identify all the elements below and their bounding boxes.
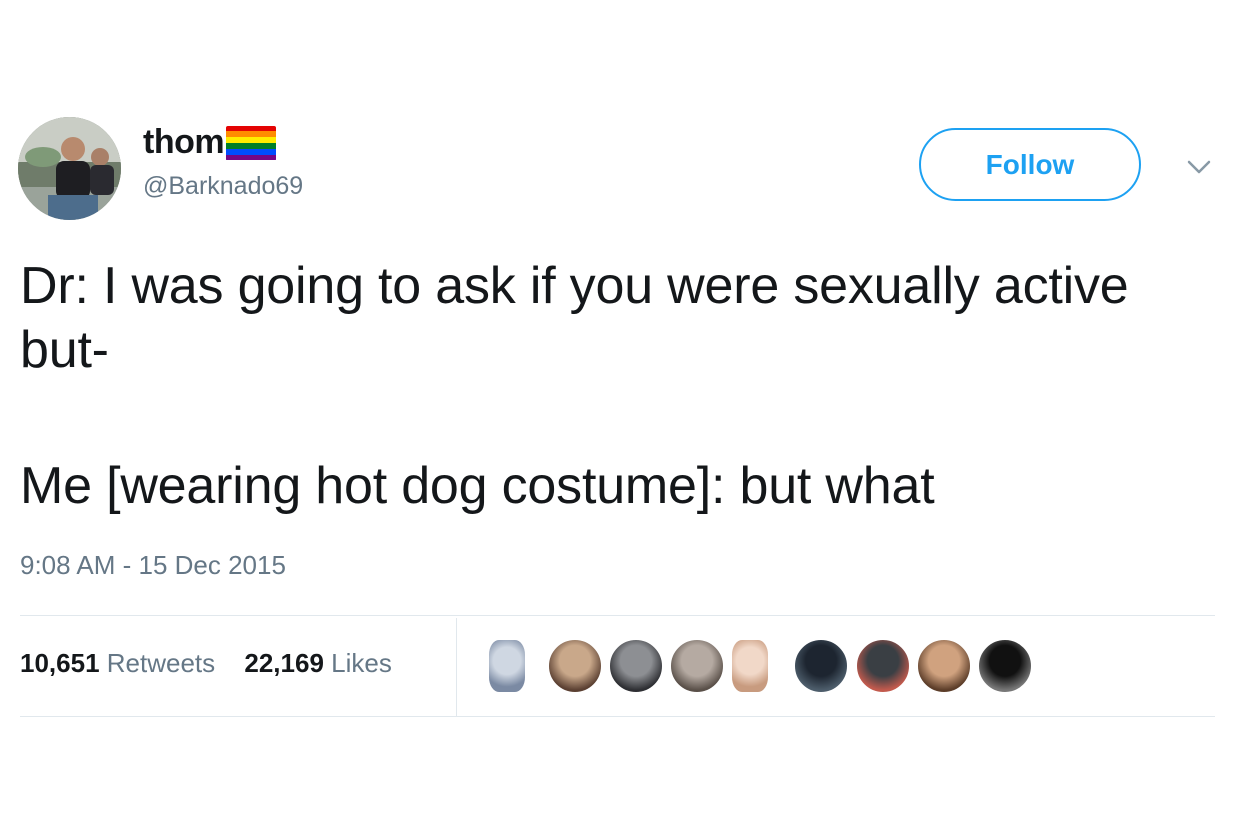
liker-avatar-6[interactable] (793, 638, 849, 694)
tweet-stats: 10,651 Retweets 22,169 Likes (20, 648, 392, 679)
user-avatar[interactable] (18, 117, 121, 220)
liker-avatar-5[interactable] (730, 638, 770, 694)
liker-avatar-2[interactable] (547, 638, 603, 694)
liker-avatar-3[interactable] (608, 638, 664, 694)
tweet-text: Dr: I was going to ask if you were sexua… (20, 254, 1210, 518)
retweets-stat[interactable]: 10,651 Retweets (20, 648, 215, 679)
display-name-row: thom (143, 120, 277, 164)
likes-count: 22,169 (244, 648, 324, 678)
avatar-photo-icon (18, 117, 121, 220)
tweet-text-line-1: Dr: I was going to ask if you were sexua… (20, 257, 1129, 379)
stats-separator (456, 618, 457, 716)
display-name[interactable]: thom (143, 123, 225, 162)
rainbow-flag-icon (226, 125, 277, 161)
liker-avatar-7[interactable] (855, 638, 911, 694)
user-handle[interactable]: @Barknado69 (143, 172, 303, 201)
divider-bottom (20, 716, 1215, 717)
tweet-text-line-2: Me [wearing hot dog costume]: but what (20, 457, 935, 515)
likes-label: Likes (331, 648, 392, 678)
likes-stat[interactable]: 22,169 Likes (244, 648, 391, 679)
retweets-count: 10,651 (20, 648, 100, 678)
liker-avatar-4[interactable] (669, 638, 725, 694)
tweet-timestamp[interactable]: 9:08 AM - 15 Dec 2015 (20, 550, 286, 581)
chevron-down-icon[interactable] (1186, 158, 1212, 176)
liker-avatar-1[interactable] (487, 638, 527, 694)
tweet-card: thom @Barknado69 Follow Dr: I was going … (0, 0, 1250, 830)
liker-avatar-8[interactable] (916, 638, 972, 694)
follow-button[interactable]: Follow (919, 128, 1141, 201)
liker-avatar-9[interactable] (977, 638, 1033, 694)
retweets-label: Retweets (106, 648, 216, 678)
divider-top (20, 615, 1215, 616)
